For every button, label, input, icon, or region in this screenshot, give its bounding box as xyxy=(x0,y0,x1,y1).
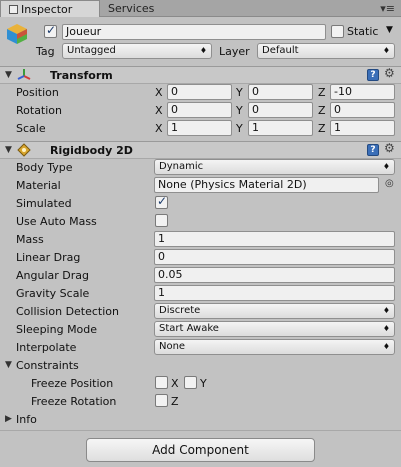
tab-services-label: Services xyxy=(108,2,155,15)
body-type-value: Dynamic xyxy=(159,161,204,172)
position-z-label[interactable]: Z xyxy=(318,86,326,99)
static-dropdown-icon[interactable]: ▼ xyxy=(386,25,393,35)
gravity-scale-label: Gravity Scale xyxy=(16,287,90,300)
object-picker-icon[interactable]: ◎ xyxy=(385,178,394,189)
body-type-label: Body Type xyxy=(16,161,73,174)
gear-icon[interactable]: ⚙ xyxy=(384,141,395,155)
rotation-z-field[interactable]: 0 xyxy=(330,102,395,118)
transform-icon xyxy=(17,68,31,82)
layer-label: Layer xyxy=(219,45,250,58)
fold-open-icon[interactable]: ▼ xyxy=(5,145,12,155)
static-checkbox[interactable] xyxy=(331,25,344,38)
rigidbody-title: Rigidbody 2D xyxy=(50,144,133,157)
rigidbody-icon xyxy=(17,143,31,157)
position-y-label[interactable]: Y xyxy=(236,86,243,99)
rotation-y-label[interactable]: Y xyxy=(236,104,243,117)
collision-detection-value: Discrete xyxy=(159,305,201,316)
freeze-position-y-label: Y xyxy=(200,377,207,390)
mass-label: Mass xyxy=(16,233,44,246)
rotation-y-field[interactable]: 0 xyxy=(248,102,313,118)
freeze-rotation-z-checkbox[interactable] xyxy=(155,394,168,407)
tab-inspector-label: Inspector xyxy=(21,3,73,16)
position-label: Position xyxy=(16,86,59,99)
dropdown-arrow-icon: ♦ xyxy=(382,46,390,55)
freeze-position-x-label: X xyxy=(171,377,179,390)
dropdown-arrow-icon: ♦ xyxy=(382,162,390,171)
scale-y-field[interactable]: 1 xyxy=(248,120,313,136)
auto-mass-label: Use Auto Mass xyxy=(16,215,97,228)
info-label[interactable]: Info xyxy=(16,413,37,426)
fold-open-icon[interactable]: ▼ xyxy=(5,70,12,80)
interpolate-value: None xyxy=(159,341,186,352)
active-checkbox[interactable] xyxy=(44,23,57,38)
position-z-field[interactable]: -10 xyxy=(330,84,395,100)
constraints-label[interactable]: Constraints xyxy=(16,359,79,372)
dropdown-arrow-icon: ♦ xyxy=(199,46,207,55)
body-type-dropdown[interactable]: Dynamic ♦ xyxy=(154,159,395,175)
tag-value: Untagged xyxy=(67,45,116,56)
scale-x-field[interactable]: 1 xyxy=(167,120,232,136)
simulated-label: Simulated xyxy=(16,197,72,210)
gear-icon[interactable]: ⚙ xyxy=(384,66,395,80)
interpolate-dropdown[interactable]: None ♦ xyxy=(154,339,395,355)
transform-title: Transform xyxy=(50,69,113,82)
help-icon[interactable]: ? xyxy=(367,144,379,156)
freeze-position-label: Freeze Position xyxy=(31,377,114,390)
rotation-label: Rotation xyxy=(16,104,63,117)
scale-label: Scale xyxy=(16,122,46,135)
object-name-field[interactable]: Joueur xyxy=(62,24,326,40)
freeze-rotation-label: Freeze Rotation xyxy=(31,395,117,408)
tab-menu-icon[interactable]: ▾≡ xyxy=(380,2,395,15)
rotation-x-field[interactable]: 0 xyxy=(167,102,232,118)
collision-detection-dropdown[interactable]: Discrete ♦ xyxy=(154,303,395,319)
gravity-scale-field[interactable]: 1 xyxy=(154,285,395,301)
linear-drag-label: Linear Drag xyxy=(16,251,81,264)
static-label: Static xyxy=(347,25,379,38)
dropdown-arrow-icon: ♦ xyxy=(382,324,390,333)
scale-y-label[interactable]: Y xyxy=(236,122,243,135)
tag-label: Tag xyxy=(36,45,55,58)
interpolate-label: Interpolate xyxy=(16,341,77,354)
angular-drag-field[interactable]: 0.05 xyxy=(154,267,395,283)
position-x-field[interactable]: 0 xyxy=(167,84,232,100)
material-label: Material xyxy=(16,179,61,192)
angular-drag-label: Angular Drag xyxy=(16,269,89,282)
rotation-z-label[interactable]: Z xyxy=(318,104,326,117)
freeze-position-x-checkbox[interactable] xyxy=(155,376,168,389)
tag-dropdown[interactable]: Untagged ♦ xyxy=(62,43,212,59)
rotation-x-label[interactable]: X xyxy=(155,104,163,117)
layer-dropdown[interactable]: Default ♦ xyxy=(257,43,395,59)
layer-value: Default xyxy=(262,45,299,56)
tab-inspector[interactable]: Inspector xyxy=(0,0,100,17)
linear-drag-field[interactable]: 0 xyxy=(154,249,395,265)
info-fold-icon[interactable]: ▶ xyxy=(5,414,12,424)
tab-services[interactable]: Services xyxy=(100,0,170,17)
position-y-field[interactable]: 0 xyxy=(248,84,313,100)
sleeping-mode-value: Start Awake xyxy=(159,323,219,334)
sleeping-mode-dropdown[interactable]: Start Awake ♦ xyxy=(154,321,395,337)
constraints-fold-icon[interactable]: ▼ xyxy=(5,360,12,370)
position-x-label[interactable]: X xyxy=(155,86,163,99)
add-component-button[interactable]: Add Component xyxy=(86,438,315,462)
collision-detection-label: Collision Detection xyxy=(16,305,120,318)
help-icon[interactable]: ? xyxy=(367,69,379,81)
inspector-icon xyxy=(9,5,18,14)
scale-z-label[interactable]: Z xyxy=(318,122,326,135)
freeze-position-y-checkbox[interactable] xyxy=(184,376,197,389)
dropdown-arrow-icon: ♦ xyxy=(382,306,390,315)
scale-x-label[interactable]: X xyxy=(155,122,163,135)
freeze-rotation-z-label: Z xyxy=(171,395,179,408)
dropdown-arrow-icon: ♦ xyxy=(382,342,390,351)
gameobject-icon xyxy=(5,22,29,46)
sleeping-mode-label: Sleeping Mode xyxy=(16,323,98,336)
material-field[interactable]: None (Physics Material 2D) xyxy=(154,177,379,193)
divider xyxy=(0,430,401,431)
auto-mass-checkbox[interactable] xyxy=(155,214,168,227)
simulated-checkbox[interactable] xyxy=(155,194,168,209)
mass-field[interactable]: 1 xyxy=(154,231,395,247)
scale-z-field[interactable]: 1 xyxy=(330,120,395,136)
